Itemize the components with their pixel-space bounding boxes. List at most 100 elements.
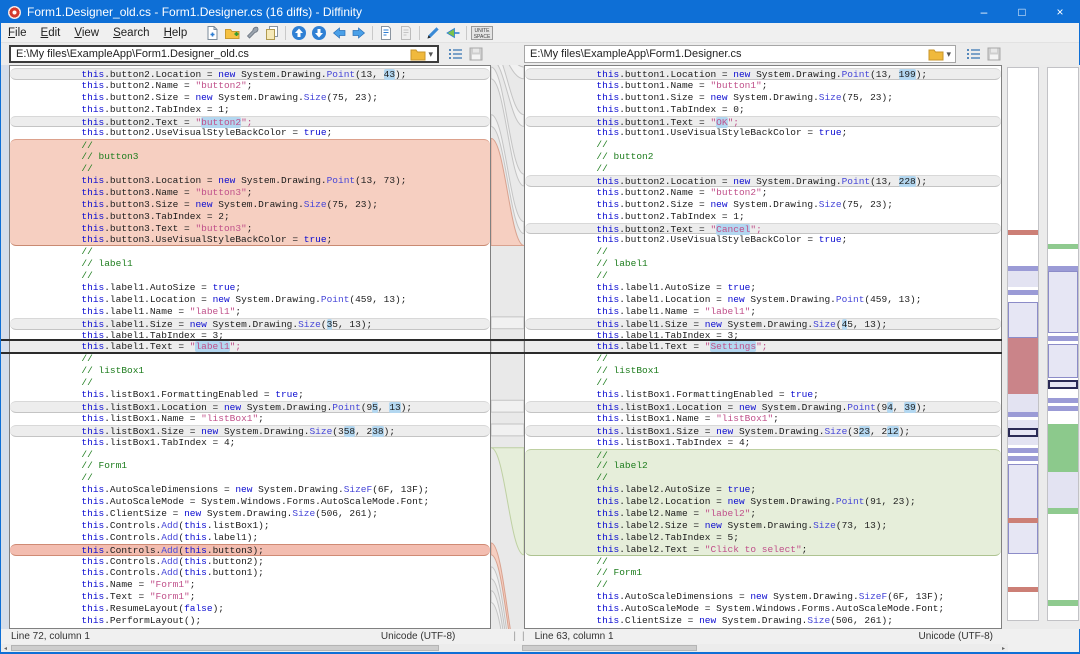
file-list-icon[interactable]	[966, 46, 982, 62]
left-arrow-icon	[331, 25, 347, 41]
code-line: //	[10, 163, 490, 175]
save-icon[interactable]	[468, 46, 484, 62]
minimap-block-lav	[1048, 472, 1078, 508]
code-line: this.button3.Location = new System.Drawi…	[10, 175, 490, 187]
folder-icon[interactable]	[928, 47, 944, 61]
path-row: E:\My files\ExampleApp\Form1.Designer_ol…	[1, 43, 1079, 65]
edit-mode-button[interactable]	[423, 24, 443, 42]
whitespace-toggle-button[interactable]: UNITESPACE	[470, 24, 494, 42]
code-line: this.AutoScaleDimensions = new System.Dr…	[10, 484, 490, 496]
minimap-left-column[interactable]	[1007, 67, 1039, 621]
right-scrollbar-thumb[interactable]	[522, 645, 697, 651]
code-line: this.AutoScaleMode = System.Windows.Form…	[525, 603, 1001, 615]
code-line: //	[525, 139, 1001, 151]
copy-to-right-button[interactable]	[349, 24, 369, 42]
code-line: this.button2.Text = "Cancel";	[525, 223, 1001, 235]
minimap-right-column[interactable]	[1047, 67, 1079, 621]
menu-item-file[interactable]: File	[1, 25, 34, 41]
next-diff-button[interactable]	[309, 24, 329, 42]
code-line: this.Text = "Form1";	[10, 591, 490, 603]
code-line: this.ResumeLayout(false);	[10, 603, 490, 615]
save-icon[interactable]	[986, 46, 1002, 62]
file-list-icon[interactable]	[448, 46, 464, 62]
copy-to-left-button[interactable]	[329, 24, 349, 42]
code-line: //	[525, 449, 1001, 461]
minimap-block-lav	[1008, 420, 1038, 428]
scroll-right-arrow[interactable]: ▸	[999, 644, 1008, 652]
new-document-button[interactable]	[202, 24, 222, 42]
code-line: // button3	[10, 151, 490, 163]
left-file-path-field[interactable]: E:\My files\ExampleApp\Form1.Designer_ol…	[9, 45, 439, 63]
code-line: this.listBox1.Name = "listBox1";	[10, 413, 490, 425]
chevron-down-icon[interactable]: ▾	[944, 49, 955, 60]
pencil-icon	[425, 25, 441, 41]
code-line: this.listBox1.Location = new System.Draw…	[525, 401, 1001, 413]
code-line: //	[525, 246, 1001, 258]
minimap-block-lavbox	[1008, 464, 1038, 554]
minimap-block-stripe	[1008, 456, 1038, 461]
code-line: this.label1.Size = new System.Drawing.Si…	[10, 318, 490, 330]
status-bar: Line 72, column 1 Unicode (UTF-8) | | Li…	[1, 629, 1079, 644]
chevron-down-icon[interactable]: ▾	[426, 49, 437, 60]
copy-document-icon	[264, 25, 280, 41]
folder-icon[interactable]	[410, 47, 426, 61]
current-diff-marker-bottom	[1, 352, 1002, 354]
sync-button[interactable]	[396, 24, 416, 42]
minimap-block-stripe	[1008, 290, 1038, 295]
menu-item-view[interactable]: View	[67, 25, 106, 41]
left-scrollbar-thumb[interactable]	[11, 645, 439, 651]
merge-button[interactable]	[443, 24, 463, 42]
add-folder-button[interactable]	[222, 24, 242, 42]
copy-document-button[interactable]	[262, 24, 282, 42]
code-line: this.Name = "Form1";	[10, 579, 490, 591]
right-encoding: Unicode (UTF-8)	[919, 631, 993, 642]
code-line: this.label1.Location = new System.Drawin…	[10, 294, 490, 306]
left-cursor-position: Line 72, column 1	[1, 631, 90, 642]
window-title: Form1.Designer_old.cs - Form1.Designer.c…	[27, 5, 362, 19]
code-line: // button2	[525, 151, 1001, 163]
minimap-block-mark	[1008, 428, 1038, 437]
new-document-icon	[204, 25, 220, 41]
code-line: this.listBox1.FormattingEnabled = true;	[10, 389, 490, 401]
code-line: //	[525, 377, 1001, 389]
diff-connector-gutter	[491, 65, 524, 629]
minimap-block-stripe	[1048, 398, 1078, 403]
svg-text:SPACE: SPACE	[474, 34, 491, 40]
wrench-icon	[244, 25, 260, 41]
code-line: this.button2.UseVisualStyleBackColor = t…	[525, 234, 1001, 246]
minimap-block-greenbig	[1048, 424, 1078, 472]
menu-item-help[interactable]: Help	[157, 25, 195, 41]
settings-button[interactable]	[242, 24, 262, 42]
add-folder-icon	[224, 25, 240, 41]
menu-item-edit[interactable]: Edit	[34, 25, 68, 41]
report-button[interactable]	[376, 24, 396, 42]
code-line: this.button1.Location = new System.Drawi…	[525, 68, 1001, 80]
menu-item-search[interactable]: Search	[106, 25, 156, 41]
code-line: //	[525, 556, 1001, 568]
minimize-button[interactable]: –	[965, 1, 1003, 23]
left-horizontal-scrollbar[interactable]: ◂	[1, 644, 516, 652]
code-line: this.label1.Location = new System.Drawin…	[525, 294, 1001, 306]
right-code-pane[interactable]: this.button1.Location = new System.Drawi…	[524, 65, 1002, 629]
title-bar[interactable]: Form1.Designer_old.cs - Form1.Designer.c…	[1, 1, 1079, 23]
code-line: this.label1.AutoSize = true;	[525, 282, 1001, 294]
right-horizontal-scrollbar[interactable]: ▸	[516, 644, 1008, 652]
left-code-pane[interactable]: this.button2.Location = new System.Drawi…	[9, 65, 491, 629]
code-line: this.Controls.Add(this.button1);	[10, 567, 490, 579]
minimap-block-red	[1008, 518, 1038, 523]
code-line: this.label2.TabIndex = 5;	[525, 532, 1001, 544]
minimap-block-stripe	[1048, 406, 1078, 411]
close-button[interactable]: ×	[1041, 1, 1079, 23]
maximize-button[interactable]: □	[1003, 1, 1041, 23]
left-file-path: E:\My files\ExampleApp\Form1.Designer_ol…	[16, 48, 410, 60]
code-line: this.AutoScaleDimensions = new System.Dr…	[525, 591, 1001, 603]
right-file-path-field[interactable]: E:\My files\ExampleApp\Form1.Designer.cs…	[524, 45, 956, 63]
scroll-left-arrow[interactable]: ◂	[1, 644, 10, 652]
code-line: //	[10, 270, 490, 282]
diff-overview-minimap	[1002, 65, 1080, 629]
code-line: //	[10, 353, 490, 365]
previous-diff-button[interactable]	[289, 24, 309, 42]
code-line: this.Controls.Add(this.label1);	[10, 532, 490, 544]
code-line: this.button2.TabIndex = 1;	[525, 211, 1001, 223]
code-line: //	[525, 472, 1001, 484]
